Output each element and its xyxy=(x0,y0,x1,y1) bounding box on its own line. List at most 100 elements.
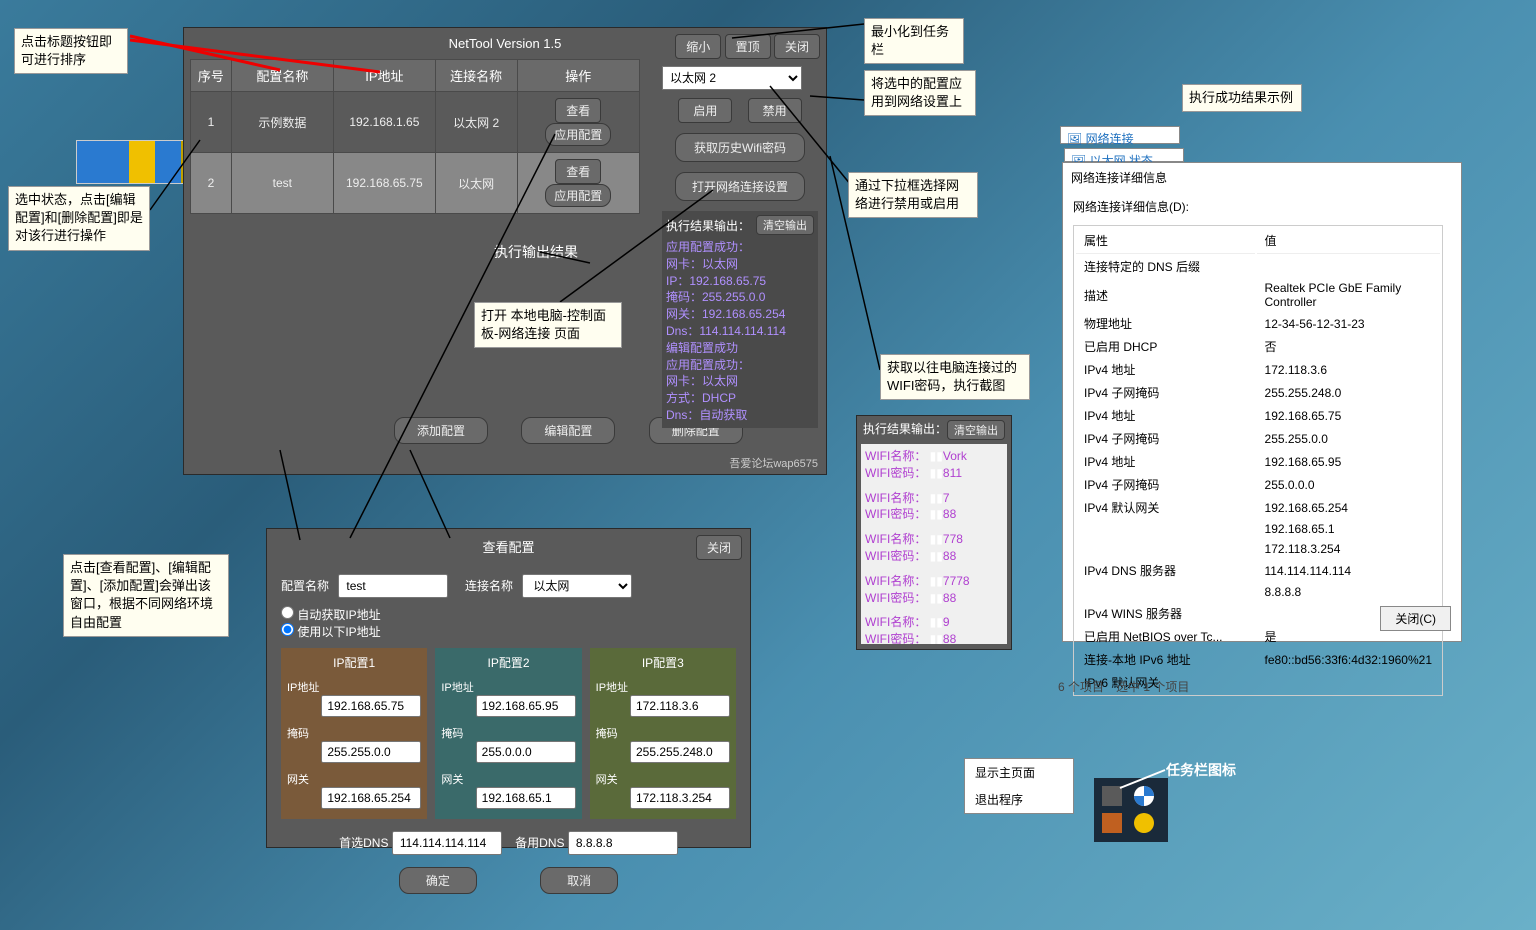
ipcol3-ip-label: IP地址 xyxy=(596,679,730,695)
netinfo-close-button[interactable]: 关闭(C) xyxy=(1380,606,1451,631)
config-table: 序号 配置名称 IP地址 连接名称 操作 1 示例数据 192.168.1.65… xyxy=(190,59,640,214)
tray-icon-3[interactable] xyxy=(1102,813,1122,833)
wifi-entry: WIFI名称： ▮▮778WIFI密码： ▮▮88 xyxy=(865,531,1003,565)
ipcol2-gw[interactable] xyxy=(476,787,576,809)
table-row[interactable]: 1 示例数据 192.168.1.65 以太网 2 查看 应用配置 xyxy=(191,92,640,153)
ipcol3-ip[interactable] xyxy=(630,695,730,717)
open-netset-button[interactable]: 打开网络连接设置 xyxy=(675,172,805,201)
dns1-input[interactable] xyxy=(392,831,502,855)
cfg-conn-select[interactable]: 以太网 xyxy=(522,574,632,598)
netinfo-statusbar: 6 个项目 选中 1 个项目 xyxy=(1058,678,1189,695)
ipcol2: IP配置2 IP地址 掩码 网关 xyxy=(435,648,581,819)
annotation-open-netconn: 打开 本地电脑-控制面板-网络连接 页面 xyxy=(474,302,622,348)
netinfo-dialog: 网络连接详细信息 网络连接详细信息(D): 属性 值 连接特定的 DNS 后缀描… xyxy=(1062,162,1462,642)
ipcol1-mask-label: 掩码 xyxy=(287,725,421,741)
tray-box xyxy=(1094,778,1168,842)
view-button[interactable]: 查看 xyxy=(555,98,601,123)
ipcol2-ip[interactable] xyxy=(476,695,576,717)
enable-button[interactable]: 启用 xyxy=(678,98,732,123)
netinfo-row: 物理地址12-34-56-12-31-23 xyxy=(1076,313,1440,334)
wifi-output-header: 执行结果输出： xyxy=(863,420,947,440)
apply-button[interactable]: 应用配置 xyxy=(545,184,611,207)
annotation-cfg-dialog: 点击[查看配置]、[编辑配置]、[添加配置]会弹出该窗口，根据不同网络环境自由配… xyxy=(63,554,229,637)
apply-button[interactable]: 应用配置 xyxy=(545,123,611,146)
netinfo-row: 已启用 DHCP否 xyxy=(1076,336,1440,357)
netinfo-row: IPv4 默认网关192.168.65.254 xyxy=(1076,497,1440,518)
cell-idx: 1 xyxy=(191,92,232,153)
ipcol1-gw[interactable] xyxy=(321,787,421,809)
view-button[interactable]: 查看 xyxy=(555,159,601,184)
ipcol3-gw-label: 网关 xyxy=(596,771,730,787)
netinfo-row: IPv4 地址192.168.65.75 xyxy=(1076,405,1440,426)
netinfo-row: 描述Realtek PCIe GbE Family Controller xyxy=(1076,279,1440,311)
col-op[interactable]: 操作 xyxy=(517,60,640,92)
col-ip[interactable]: IP地址 xyxy=(333,60,435,92)
netinfo-row: IPv4 地址172.118.3.6 xyxy=(1076,359,1440,380)
tray-icon-4[interactable] xyxy=(1134,813,1154,833)
col-conn[interactable]: 连接名称 xyxy=(435,60,517,92)
annotation-tray-icon: 任务栏图标 xyxy=(1166,760,1236,780)
tray-icon-2[interactable] xyxy=(1134,786,1154,806)
ipcol3-mask-label: 掩码 xyxy=(596,725,730,741)
ipcol2-gw-label: 网关 xyxy=(441,771,575,787)
cell-idx: 2 xyxy=(191,153,232,214)
radio-manual[interactable] xyxy=(281,623,294,636)
netcon-window2-title: 🖼 以太网 状态 xyxy=(1064,148,1184,162)
ipcol1-title: IP配置1 xyxy=(287,654,421,671)
ipcol1-mask[interactable] xyxy=(321,741,421,763)
config-close-button[interactable]: 关闭 xyxy=(696,535,742,560)
ipcol1: IP配置1 IP地址 掩码 网关 xyxy=(281,648,427,819)
radio-manual-label: 使用以下IP地址 xyxy=(297,625,380,639)
col-name[interactable]: 配置名称 xyxy=(231,60,333,92)
ipcol3-gw[interactable] xyxy=(630,787,730,809)
ipcol1-gw-label: 网关 xyxy=(287,771,421,787)
minimize-button[interactable]: 缩小 xyxy=(675,34,721,59)
tray-menu: 显示主页面 退出程序 xyxy=(964,758,1074,814)
netinfo-row: IPv4 子网掩码255.255.248.0 xyxy=(1076,382,1440,403)
disable-button[interactable]: 禁用 xyxy=(748,98,802,123)
output-header: 执行结果输出： xyxy=(666,217,750,234)
wifi-output-body: WIFI名称： ▮▮VorkWIFI密码： ▮▮811 WIFI名称： ▮▮7WI… xyxy=(861,444,1007,644)
cfg-name-input[interactable] xyxy=(338,574,448,598)
table-row[interactable]: 2 test 192.168.65.75 以太网 查看 应用配置 xyxy=(191,153,640,214)
netinfo-row: 8.8.8.8 xyxy=(1076,583,1440,601)
dns2-input[interactable] xyxy=(568,831,678,855)
footer-credit: 吾爱论坛wap6575 xyxy=(729,455,818,471)
clear-output-button[interactable]: 清空输出 xyxy=(756,215,814,235)
ipcol2-mask[interactable] xyxy=(476,741,576,763)
tray-icon-1[interactable] xyxy=(1102,786,1122,806)
network-select[interactable]: 以太网 2 xyxy=(662,66,802,90)
config-dialog-title: 查看配置 xyxy=(267,529,750,564)
wifi-clear-button[interactable]: 清空输出 xyxy=(947,420,1005,440)
ipcol1-ip-label: IP地址 xyxy=(287,679,421,695)
main-window: NetTool Version 1.5 缩小 置顶 关闭 序号 配置名称 IP地… xyxy=(183,27,827,475)
ipcol2-ip-label: IP地址 xyxy=(441,679,575,695)
output-label: 执行输出结果 xyxy=(494,242,578,262)
ipcol3: IP配置3 IP地址 掩码 网关 xyxy=(590,648,736,819)
cancel-button[interactable]: 取消 xyxy=(540,867,618,894)
cell-ip: 192.168.1.65 xyxy=(333,92,435,153)
edit-config-button[interactable]: 编辑配置 xyxy=(521,417,615,444)
wifi-entry: WIFI名称： ▮▮VorkWIFI密码： ▮▮811 xyxy=(865,448,1003,482)
output-content: 应用配置成功：网卡：以太网IP：192.168.65.75掩码：255.255.… xyxy=(666,239,814,424)
tray-show-main[interactable]: 显示主页面 xyxy=(965,759,1073,786)
cfg-conn-label: 连接名称 xyxy=(465,579,513,593)
ipcol2-mask-label: 掩码 xyxy=(441,725,575,741)
ok-button[interactable]: 确定 xyxy=(399,867,477,894)
add-config-button[interactable]: 添加配置 xyxy=(394,417,488,444)
netinfo-col-prop: 属性 xyxy=(1076,228,1255,254)
config-dialog: 查看配置 关闭 配置名称 连接名称 以太网 自动获取IP地址 使用以下IP地址 … xyxy=(266,528,751,848)
netinfo-row: IPv4 地址192.168.65.95 xyxy=(1076,451,1440,472)
netinfo-row: IPv4 DNS 服务器114.114.114.114 xyxy=(1076,560,1440,581)
pin-button[interactable]: 置顶 xyxy=(725,34,771,59)
radio-auto[interactable] xyxy=(281,606,294,619)
netinfo-row: IPv4 子网掩码255.255.0.0 xyxy=(1076,428,1440,449)
col-idx[interactable]: 序号 xyxy=(191,60,232,92)
ipcol3-mask[interactable] xyxy=(630,741,730,763)
ipcol1-ip[interactable] xyxy=(321,695,421,717)
annotation-wifi-hist: 获取以往电脑连接过的WIFI密码，执行截图 xyxy=(880,354,1030,400)
wifi-entry: WIFI名称： ▮▮7WIFI密码： ▮▮88 xyxy=(865,490,1003,524)
tray-exit[interactable]: 退出程序 xyxy=(965,786,1073,813)
close-button[interactable]: 关闭 xyxy=(774,34,820,59)
wifi-history-button[interactable]: 获取历史Wifi密码 xyxy=(675,133,805,162)
